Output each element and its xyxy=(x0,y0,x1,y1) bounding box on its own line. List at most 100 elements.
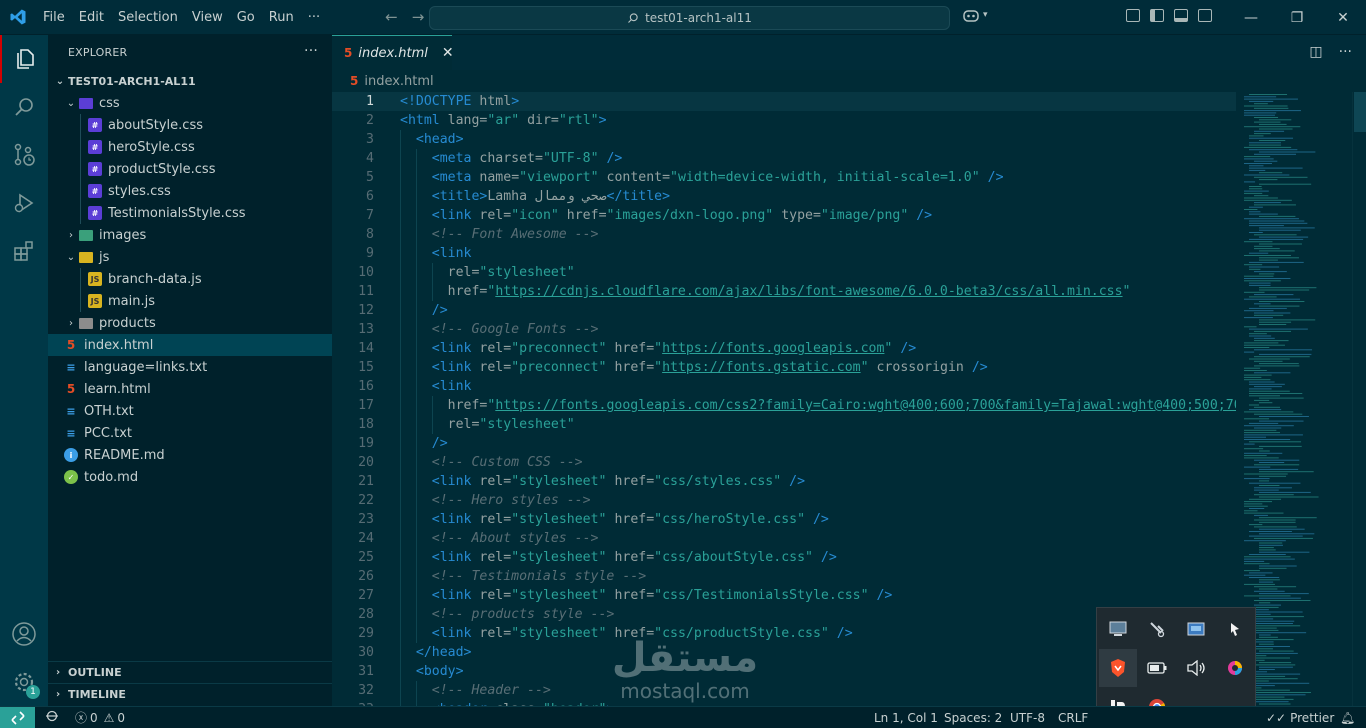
tree-item[interactable]: # productStyle.css xyxy=(48,158,332,180)
copilot-button[interactable]: ▾ xyxy=(962,8,988,22)
split-editor-icon[interactable]: ◫ xyxy=(1309,44,1322,60)
source-control-activity[interactable] xyxy=(0,131,48,179)
minimap-line xyxy=(1244,255,1291,256)
encoding[interactable]: UTF-8 xyxy=(1002,711,1053,725)
restore-button[interactable]: ❐ xyxy=(1274,0,1320,35)
more-actions-icon[interactable]: ··· xyxy=(304,43,318,59)
tree-item[interactable]: # heroStyle.css xyxy=(48,136,332,158)
cursor-position[interactable]: Ln 1, Col 1 xyxy=(866,711,946,725)
menu-file[interactable]: File xyxy=(36,0,72,35)
tree-item[interactable]: › products xyxy=(48,312,332,334)
customize-layout-icon[interactable] xyxy=(1126,9,1140,22)
code-line: 14 <link rel="preconnect" href="https://… xyxy=(332,339,1236,358)
bluetooth-device-icon[interactable] xyxy=(1138,610,1176,648)
network-adapter-icon[interactable] xyxy=(1177,610,1215,648)
volume-icon[interactable] xyxy=(1177,649,1215,687)
tree-item[interactable]: i README.md xyxy=(48,444,332,466)
prettier-indicator[interactable]: ✓✓ Prettier xyxy=(1258,711,1342,725)
code-text: <link xyxy=(431,246,472,261)
tree-item[interactable]: JS branch-data.js xyxy=(48,268,332,290)
extensions-activity[interactable] xyxy=(0,227,48,275)
tree-item[interactable]: # styles.css xyxy=(48,180,332,202)
tree-item[interactable]: › images xyxy=(48,224,332,246)
workspace-root[interactable]: ⌄ TEST01-ARCH1-AL11 xyxy=(48,70,332,92)
tree-item[interactable]: ⌄ css xyxy=(48,92,332,114)
minimap-line xyxy=(1259,544,1283,546)
minimap-line xyxy=(1259,468,1299,470)
run-debug-activity[interactable] xyxy=(0,179,48,227)
menu-more[interactable]: ··· xyxy=(301,0,327,35)
minimap-line xyxy=(1259,397,1304,399)
code-line: 10 rel="stylesheet" xyxy=(332,263,1236,282)
tree-item[interactable]: # aboutStyle.css xyxy=(48,114,332,136)
ports-indicator[interactable] xyxy=(35,710,67,725)
minimap-line xyxy=(1254,117,1279,118)
forward-arrow-icon[interactable]: → xyxy=(412,8,425,26)
search-activity[interactable] xyxy=(0,83,48,131)
source-control-icon xyxy=(14,143,35,166)
tab-index-html[interactable]: 5 index.html ✕ xyxy=(332,35,454,70)
line-number: 24 xyxy=(358,531,374,546)
accounts-activity[interactable] xyxy=(0,610,48,658)
menu-edit[interactable]: Edit xyxy=(72,0,111,35)
toggle-primary-sidebar-icon[interactable] xyxy=(1150,9,1164,22)
tree-item[interactable]: ≡ OTH.txt xyxy=(48,400,332,422)
tree-item[interactable]: # TestimonialsStyle.css xyxy=(48,202,332,224)
brave-browser-icon[interactable] xyxy=(1099,649,1137,687)
tree-item[interactable]: 5 index.html xyxy=(48,334,332,356)
end-of-line[interactable]: CRLF xyxy=(1050,711,1096,725)
notifications-bell-icon[interactable]: 🔔︎ xyxy=(1332,711,1363,725)
minimap-line xyxy=(1254,652,1298,654)
menu-run[interactable]: Run xyxy=(262,0,301,35)
close-window-button[interactable]: ✕ xyxy=(1320,0,1366,35)
battery-icon[interactable] xyxy=(1138,649,1176,687)
error-icon: ⓧ xyxy=(75,711,88,725)
problems-indicator[interactable]: ⓧ 0 ⚠ 0 xyxy=(67,709,133,726)
minimap-line xyxy=(1244,174,1290,176)
code-text: <!-- products style --> xyxy=(431,607,615,622)
minimap-line xyxy=(1259,420,1304,422)
color-app-icon[interactable] xyxy=(1216,649,1254,687)
minimize-button[interactable]: — xyxy=(1228,0,1274,35)
display-icon[interactable] xyxy=(1099,610,1137,648)
remote-indicator[interactable] xyxy=(0,706,35,728)
code-text: <meta name="viewport" content="width=dev… xyxy=(431,170,1004,185)
scrollbar-thumb[interactable] xyxy=(1354,92,1366,132)
minimap-line xyxy=(1254,586,1297,588)
close-icon[interactable]: ✕ xyxy=(442,45,454,61)
cursor-app-icon[interactable] xyxy=(1216,610,1254,648)
back-arrow-icon[interactable]: ← xyxy=(385,8,398,26)
manage-activity[interactable]: 1 xyxy=(0,658,48,706)
minimap-line xyxy=(1244,275,1274,277)
more-actions-icon[interactable]: ··· xyxy=(1339,44,1352,60)
code-text: /> xyxy=(431,303,448,318)
menu-view[interactable]: View xyxy=(185,0,230,35)
tree-item[interactable]: ✓ todo.md xyxy=(48,466,332,488)
tree-item[interactable]: ≡ PCC.txt xyxy=(48,422,332,444)
minimap-line xyxy=(1259,643,1274,645)
minimap-line xyxy=(1254,195,1269,197)
tree-item[interactable]: JS main.js xyxy=(48,290,332,312)
outline-section[interactable]: › OUTLINE xyxy=(48,661,332,683)
breadcrumb-file[interactable]: index.html xyxy=(364,74,433,89)
toggle-secondary-sidebar-icon[interactable] xyxy=(1198,9,1212,22)
minimap-line xyxy=(1254,537,1313,539)
toggle-panel-icon[interactable] xyxy=(1174,9,1188,22)
tree-item[interactable]: ⌄ js xyxy=(48,246,332,268)
minimap-line xyxy=(1259,491,1311,493)
vertical-scrollbar[interactable] xyxy=(1352,92,1366,706)
minimap-line xyxy=(1254,406,1280,408)
tree-item[interactable]: 5 learn.html xyxy=(48,378,332,400)
tree-item[interactable]: ≡ language=links.txt xyxy=(48,356,332,378)
command-center-search[interactable]: test01-arch1-al11 xyxy=(429,6,950,30)
code-line: 7 <link rel="icon" href="images/dxn-logo… xyxy=(332,206,1236,225)
minimap-line xyxy=(1254,245,1273,247)
explorer-activity[interactable] xyxy=(0,35,48,83)
timeline-section[interactable]: › TIMELINE xyxy=(48,683,332,705)
indentation[interactable]: Spaces: 2 xyxy=(936,711,1010,725)
minimap-line xyxy=(1259,602,1271,604)
code-line: 2 <html lang="ar" dir="rtl"> xyxy=(332,111,1236,130)
menu-go[interactable]: Go xyxy=(230,0,262,35)
menu-selection[interactable]: Selection xyxy=(111,0,185,35)
code-text: <!DOCTYPE html> xyxy=(400,94,520,109)
